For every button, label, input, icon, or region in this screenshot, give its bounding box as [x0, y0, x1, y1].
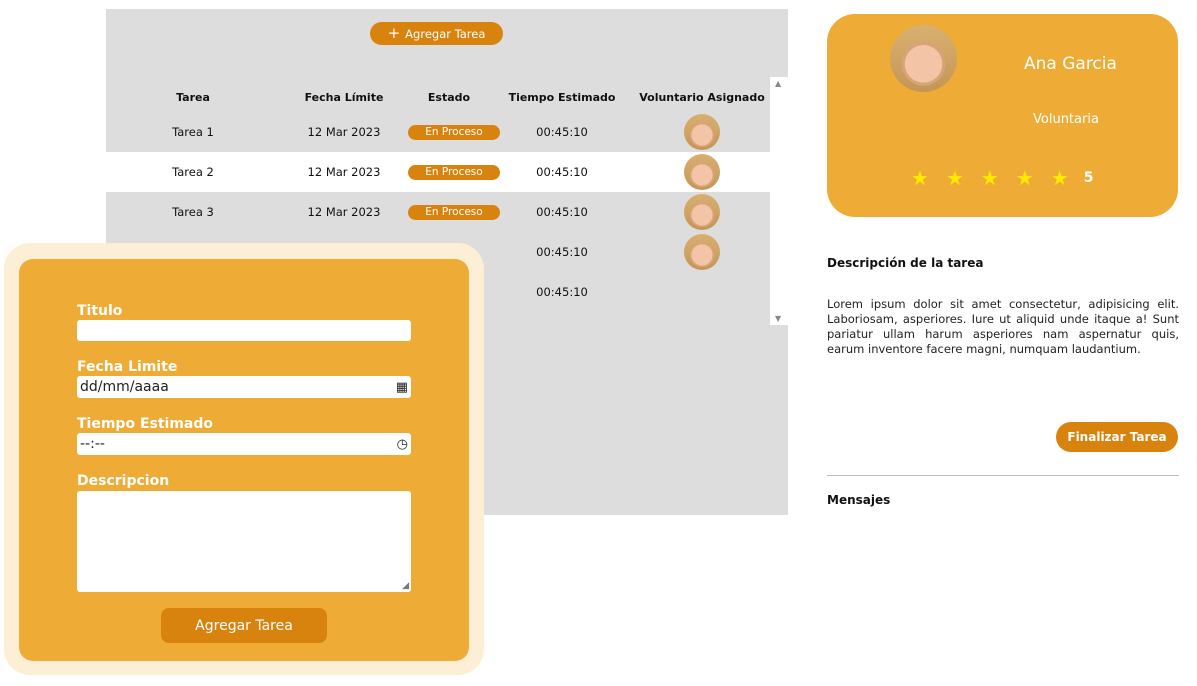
task-name: Tarea 2	[172, 165, 214, 179]
scroll-down-icon[interactable]: ▼	[775, 314, 781, 323]
add-task-top-button[interactable]: + Agregar Tarea	[370, 22, 503, 45]
task-time: 00:45:10	[536, 205, 588, 219]
profile-role: Voluntaria	[1033, 112, 1099, 127]
scroll-up-icon[interactable]: ▲	[775, 79, 781, 88]
description-textarea[interactable]: ◢	[77, 491, 411, 592]
volunteer-profile-card: Ana Garcia Voluntaria ★ ★ ★ ★ ★ 5	[827, 14, 1178, 217]
add-task-top-label: Agregar Tarea	[405, 26, 486, 41]
rating-stars: ★ ★ ★ ★ ★ 5	[911, 168, 1093, 188]
col-volunteer: Voluntario Asignado	[639, 90, 765, 104]
finish-task-button[interactable]: Finalizar Tarea	[1056, 422, 1178, 452]
col-task: Tarea	[176, 90, 210, 104]
volunteer-avatar[interactable]	[684, 194, 720, 230]
star-icon: ★	[945, 166, 964, 190]
volunteer-avatar[interactable]	[684, 154, 720, 190]
table-row[interactable]: Tarea 2 12 Mar 2023 En Proceso 00:45:10	[106, 152, 770, 192]
add-task-submit-button[interactable]: Agregar Tarea	[161, 608, 327, 643]
time-label: Tiempo Estimado	[77, 416, 214, 432]
divider	[827, 475, 1179, 476]
table-row[interactable]: Tarea 1 12 Mar 2023 En Proceso 00:45:10	[106, 112, 770, 152]
resize-grip-icon[interactable]: ◢	[402, 581, 409, 591]
table-scrollbar[interactable]: ▲ ▼	[770, 77, 788, 325]
col-time: Tiempo Estimado	[508, 90, 616, 104]
volunteer-avatar[interactable]	[684, 234, 720, 270]
table-header: Tarea Fecha Límite Estado Tiempo Estimad…	[106, 82, 770, 112]
task-name: Tarea 3	[172, 205, 214, 219]
task-time: 00:45:10	[536, 125, 588, 139]
plus-icon: +	[387, 24, 401, 42]
volunteer-avatar[interactable]	[684, 114, 720, 150]
description-text: Lorem ipsum dolor sit amet consectetur, …	[827, 297, 1179, 356]
due-label: Fecha Limite	[77, 359, 178, 375]
star-icon: ★	[980, 166, 999, 190]
avatar	[890, 25, 957, 92]
due-date-field[interactable]: dd/mm/aaaa ▦	[77, 376, 411, 398]
star-icon: ★	[1050, 166, 1069, 190]
task-name: Tarea 1	[172, 125, 214, 139]
title-label: Titulo	[77, 303, 123, 319]
clock-icon[interactable]: ◷	[397, 437, 408, 452]
task-due: 12 Mar 2023	[307, 125, 381, 139]
rating-value: 5	[1083, 170, 1094, 186]
table-row[interactable]: Tarea 3 12 Mar 2023 En Proceso 00:45:10	[106, 192, 770, 232]
task-time: 00:45:10	[536, 165, 588, 179]
status-badge: En Proceso	[408, 205, 500, 220]
time-placeholder: --:--	[80, 436, 105, 452]
calendar-icon[interactable]: ▦	[396, 380, 408, 395]
due-placeholder: dd/mm/aaaa	[80, 379, 169, 395]
time-field[interactable]: --:-- ◷	[77, 433, 411, 455]
task-time: 00:45:10	[536, 285, 588, 299]
task-time: 00:45:10	[536, 245, 588, 259]
title-field[interactable]	[77, 320, 411, 341]
add-task-form: Titulo Fecha Limite dd/mm/aaaa ▦ Tiempo …	[19, 259, 469, 661]
profile-name: Ana Garcia	[1024, 54, 1117, 74]
col-due: Fecha Límite	[304, 90, 384, 104]
star-icon: ★	[1015, 166, 1034, 190]
col-status: Estado	[427, 90, 471, 104]
status-badge: En Proceso	[408, 165, 500, 180]
description-title: Descripción de la tarea	[827, 256, 984, 270]
status-badge: En Proceso	[408, 125, 500, 140]
task-due: 12 Mar 2023	[307, 165, 381, 179]
task-due: 12 Mar 2023	[307, 205, 381, 219]
messages-title: Mensajes	[827, 493, 891, 507]
desc-label: Descripcion	[77, 473, 170, 489]
star-icon: ★	[911, 166, 929, 190]
